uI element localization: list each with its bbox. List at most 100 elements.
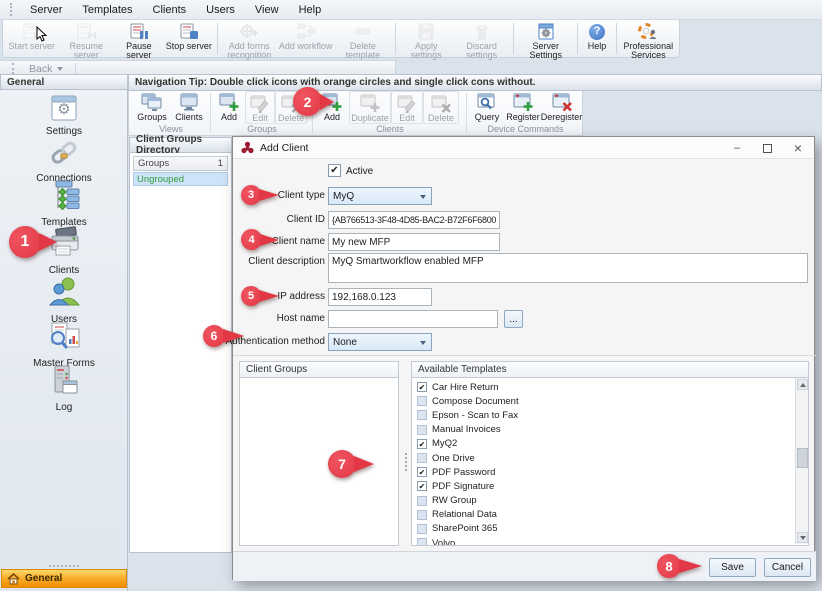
client-id-input[interactable] bbox=[328, 211, 500, 229]
template-item[interactable]: Relational Data bbox=[412, 508, 796, 522]
menu-view[interactable]: View bbox=[246, 2, 288, 18]
dialog-titlebar[interactable]: Add Client bbox=[233, 137, 814, 159]
template-item[interactable]: ✔PDF Signature bbox=[412, 479, 796, 493]
sidebar-item-master-forms[interactable]: Master Forms bbox=[0, 321, 128, 369]
sidebar-item-users[interactable]: Users bbox=[0, 275, 128, 325]
server-settings-button[interactable]: Server Settings bbox=[517, 21, 574, 56]
sidebar-item-log[interactable]: Log bbox=[0, 365, 128, 413]
menu-clients[interactable]: Clients bbox=[144, 2, 196, 18]
sidebar-item-templates[interactable]: Templates bbox=[0, 180, 128, 228]
add-forms-recognition-icon bbox=[239, 23, 259, 40]
minimize-button[interactable]: – bbox=[731, 142, 743, 154]
menu-server[interactable]: Server bbox=[21, 2, 71, 18]
clients-duplicate-button[interactable]: Duplicate bbox=[349, 91, 391, 124]
start-server-button[interactable]: Start server bbox=[5, 21, 59, 56]
sidebar-item-connections[interactable]: Connections bbox=[0, 136, 128, 184]
dialog-title: Add Client bbox=[260, 142, 308, 154]
register-plus-icon bbox=[512, 92, 534, 112]
sidebar-item-settings[interactable]: ⚙ Settings bbox=[0, 94, 128, 137]
template-item[interactable]: ✔MyQ2 bbox=[412, 437, 796, 451]
clients-view-icon bbox=[178, 92, 200, 112]
scroll-down-button[interactable] bbox=[797, 532, 808, 543]
checkbox-unchecked[interactable] bbox=[417, 453, 427, 463]
clients-edit-button[interactable]: Edit bbox=[391, 91, 423, 124]
resume-server-icon bbox=[76, 23, 96, 40]
checkbox-unchecked[interactable] bbox=[417, 425, 427, 435]
template-item[interactable]: Compose Document bbox=[412, 394, 796, 408]
sidebar-footer-general[interactable]: General bbox=[1, 569, 127, 588]
client-groups-panel-body[interactable] bbox=[239, 378, 399, 546]
back-button[interactable]: Back bbox=[21, 63, 71, 75]
cancel-button[interactable]: Cancel bbox=[764, 558, 811, 577]
client-type-dropdown[interactable]: MyQ bbox=[328, 187, 432, 205]
settings-icon: ⚙ bbox=[48, 94, 80, 124]
templates-scrollbar[interactable] bbox=[795, 378, 808, 544]
checkbox-unchecked[interactable] bbox=[417, 496, 427, 506]
add-workflow-button[interactable]: Add workflow bbox=[278, 21, 333, 56]
scroll-up-button[interactable] bbox=[797, 379, 808, 390]
template-item[interactable]: Manual Invoices bbox=[412, 423, 796, 437]
authentication-method-dropdown[interactable]: None bbox=[328, 333, 432, 351]
apply-settings-button[interactable]: Apply settings bbox=[399, 21, 453, 56]
template-item[interactable]: ✔Car Hire Return bbox=[412, 380, 796, 394]
groups-add-button[interactable]: Add bbox=[213, 91, 245, 122]
sidebar-resize-grip[interactable] bbox=[0, 565, 128, 567]
panel-splitter[interactable] bbox=[402, 378, 409, 546]
checkbox-unchecked[interactable] bbox=[417, 510, 427, 520]
help-button[interactable]: ? Help bbox=[581, 21, 612, 56]
professional-services-button[interactable]: Professional Services bbox=[620, 21, 677, 56]
template-item[interactable]: One Drive bbox=[412, 451, 796, 465]
checkbox-unchecked[interactable] bbox=[417, 524, 427, 534]
delete-template-button[interactable]: Delete template bbox=[333, 21, 392, 56]
checkbox-checked[interactable]: ✔ bbox=[417, 481, 427, 491]
discard-settings-button[interactable]: Discard settings bbox=[453, 21, 510, 56]
template-item[interactable]: RW Group bbox=[412, 494, 796, 508]
device-register-button[interactable]: Register bbox=[505, 91, 541, 122]
checkbox-unchecked[interactable] bbox=[417, 396, 427, 406]
clients-edit-label: Edit bbox=[399, 113, 415, 123]
groups-edit-button[interactable]: Edit bbox=[245, 91, 275, 124]
checkbox-unchecked[interactable] bbox=[417, 410, 427, 420]
menu-help[interactable]: Help bbox=[290, 2, 331, 18]
resume-server-button[interactable]: Resume server bbox=[59, 21, 114, 56]
ribbon-group-clients: Add Duplicate Edit Delete Clients bbox=[315, 91, 465, 135]
gear-icon: ⚙ bbox=[48, 100, 80, 118]
active-checkbox[interactable]: ✔ bbox=[328, 164, 341, 177]
checkbox-checked[interactable]: ✔ bbox=[417, 439, 427, 449]
pause-server-button[interactable]: Pause server bbox=[114, 21, 164, 56]
annotation-pin-5: 5 bbox=[241, 286, 279, 306]
add-workflow-label: Add workflow bbox=[279, 42, 333, 51]
discard-settings-label: Discard settings bbox=[453, 42, 510, 60]
group-row-ungrouped[interactable]: Ungrouped bbox=[133, 172, 228, 186]
views-clients-button[interactable]: Clients bbox=[171, 91, 207, 122]
host-name-browse-button[interactable]: ... bbox=[504, 310, 523, 328]
menu-users[interactable]: Users bbox=[197, 2, 244, 18]
device-query-button[interactable]: Query bbox=[469, 91, 505, 122]
checkbox-checked[interactable]: ✔ bbox=[417, 467, 427, 477]
maximize-button[interactable] bbox=[763, 144, 772, 153]
clients-delete-button[interactable]: Delete bbox=[423, 91, 459, 124]
close-button[interactable]: × bbox=[792, 140, 804, 156]
edit-pencil-icon bbox=[396, 93, 418, 113]
client-name-input[interactable] bbox=[328, 233, 500, 251]
checkbox-checked[interactable]: ✔ bbox=[417, 382, 427, 392]
checkbox-unchecked[interactable] bbox=[417, 538, 427, 546]
groups-view-icon bbox=[140, 92, 164, 112]
template-item[interactable]: Volvo bbox=[412, 536, 796, 546]
pause-server-label: Pause server bbox=[114, 42, 164, 60]
add-workflow-icon bbox=[296, 23, 316, 40]
template-item[interactable]: Epson - Scan to Fax bbox=[412, 408, 796, 422]
host-name-input[interactable] bbox=[328, 310, 498, 328]
template-item[interactable]: ✔PDF Password bbox=[412, 465, 796, 479]
menu-templates[interactable]: Templates bbox=[73, 2, 141, 18]
save-button[interactable]: Save bbox=[709, 558, 756, 577]
ip-address-input[interactable] bbox=[328, 288, 432, 306]
client-description-input[interactable]: MyQ Smartworkflow enabled MFP bbox=[328, 253, 808, 283]
groups-add-label: Add bbox=[221, 112, 237, 122]
stop-server-button[interactable]: Stop server bbox=[164, 21, 214, 56]
views-groups-button[interactable]: Groups bbox=[133, 91, 171, 122]
scrollbar-thumb[interactable] bbox=[797, 448, 808, 468]
device-deregister-button[interactable]: Deregister bbox=[541, 91, 582, 122]
template-item[interactable]: SharePoint 365 bbox=[412, 522, 796, 536]
add-forms-recognition-button[interactable]: Add forms recognition bbox=[221, 21, 278, 56]
